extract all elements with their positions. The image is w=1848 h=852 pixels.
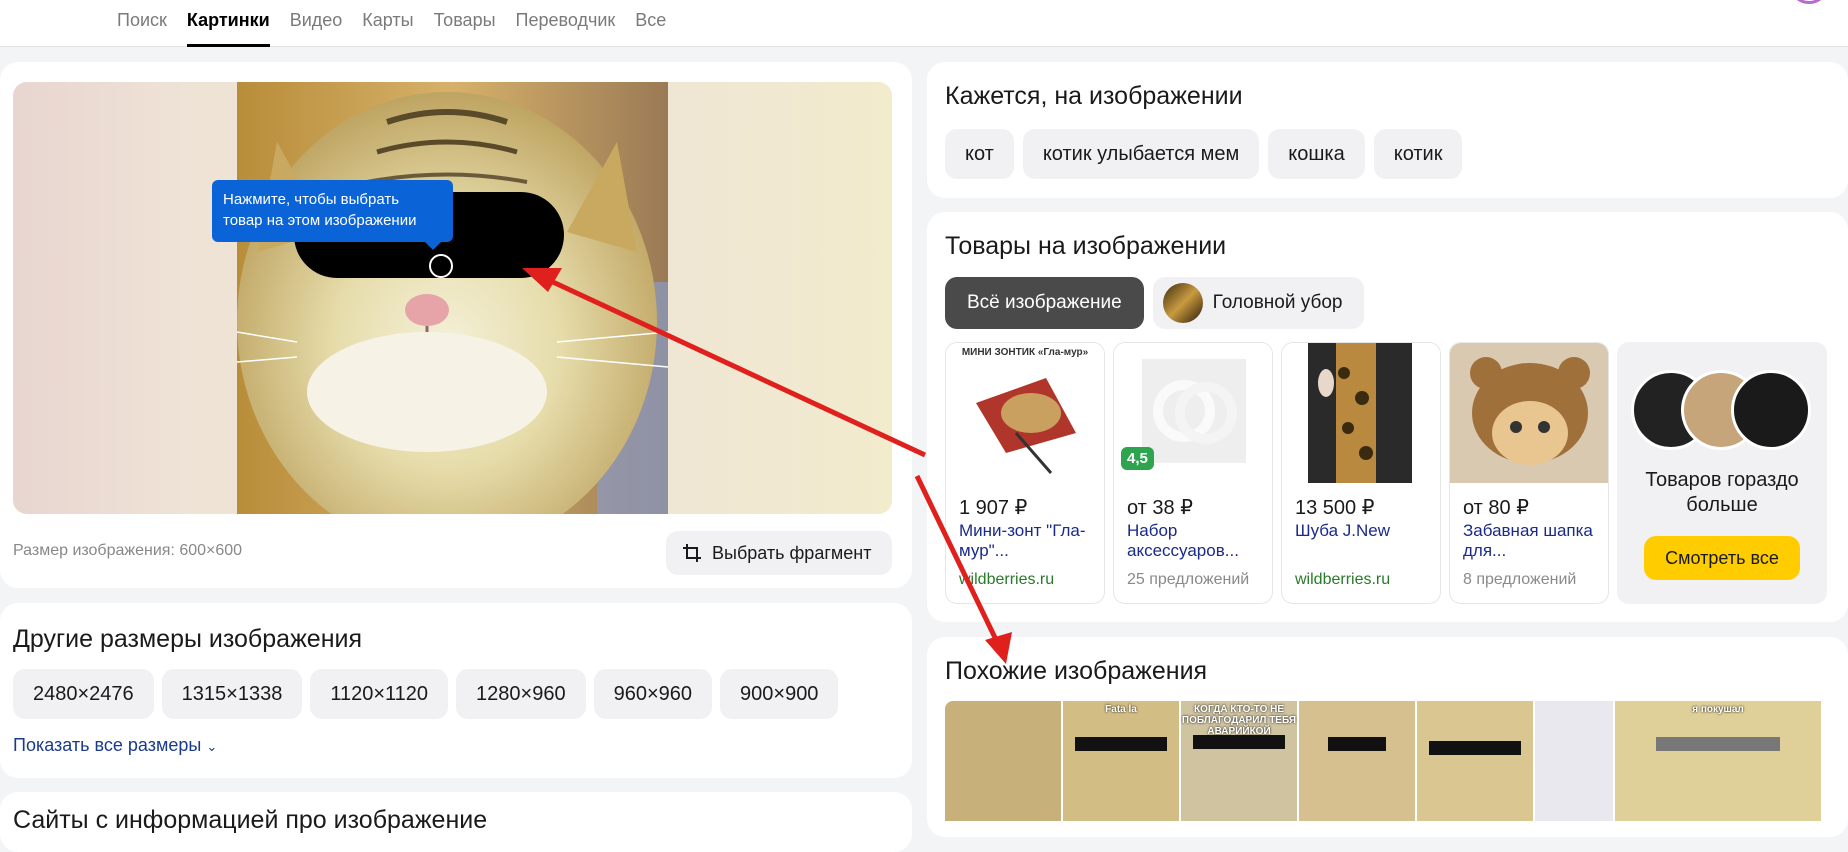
show-all-sizes-label: Показать все размеры <box>13 735 202 755</box>
show-all-sizes-link[interactable]: Показать все размеры ⌄ <box>13 735 217 756</box>
tab-images[interactable]: Картинки <box>186 8 270 47</box>
product-image-caption: МИНИ ЗОНТИК «Гла-мур» <box>961 347 1089 358</box>
avatar[interactable] <box>1790 0 1828 4</box>
product-name[interactable]: Мини-зонт "Гла-мур"... <box>959 521 1099 561</box>
tab-all[interactable]: Все <box>635 8 666 47</box>
search-tabs: Поиск Картинки Видео Карты Товары Перево… <box>117 8 666 47</box>
select-fragment-label: Выбрать фрагмент <box>712 542 872 563</box>
pixel-sunglasses <box>1428 741 1522 755</box>
tab-maps[interactable]: Карты <box>362 8 413 47</box>
tag-chip-list: кот котик улыбается мем кошка котик <box>945 129 1463 179</box>
similar-image[interactable] <box>1299 701 1415 821</box>
target-marker[interactable] <box>429 254 453 278</box>
similar-images-title: Похожие изображения <box>945 657 1208 685</box>
more-goods-text: Товаров гораздо больше <box>1645 469 1799 516</box>
product-list: МИНИ ЗОНТИК «Гла-мур» 1 907 ₽ Мини-зонт … <box>945 342 1827 604</box>
similar-image[interactable]: я покушал <box>1615 701 1821 821</box>
product-shop[interactable]: wildberries.ru <box>1295 571 1390 589</box>
similar-images-row: Fata la КОГДА КТО-ТО НЕ ПОБЛАГОДАРИЛ ТЕБ… <box>945 701 1821 821</box>
image-viewer[interactable]: Нажмите, чтобы выбрать товар на этом изо… <box>13 82 892 514</box>
product-name[interactable]: Шуба J.New <box>1295 521 1435 541</box>
product-name[interactable]: Забавная шапка для... <box>1463 521 1603 561</box>
similar-image[interactable] <box>1535 701 1613 821</box>
product-card[interactable]: от 80 ₽ Забавная шапка для... 8 предложе… <box>1449 342 1609 604</box>
more-goods-thumbnails <box>1631 370 1811 450</box>
image-viewer-card: Нажмите, чтобы выбрать товар на этом изо… <box>0 62 912 588</box>
see-all-button[interactable]: Смотреть все <box>1644 536 1800 580</box>
chevron-down-icon: ⌄ <box>206 739 218 754</box>
tab-search[interactable]: Поиск <box>117 8 167 47</box>
size-chip[interactable]: 900×900 <box>720 669 839 719</box>
similar-image[interactable]: Fata la <box>1063 701 1179 821</box>
cat-image[interactable] <box>237 82 668 514</box>
product-name[interactable]: Набор аксессуаров... <box>1127 521 1267 561</box>
select-fragment-button[interactable]: Выбрать фрагмент <box>666 531 892 575</box>
tab-translator[interactable]: Переводчик <box>516 8 616 47</box>
product-shop[interactable]: wildberries.ru <box>959 571 1054 589</box>
more-goods-card[interactable]: Товаров гораздо больше Смотреть все <box>1617 342 1827 604</box>
goods-title: Товары на изображении <box>945 232 1227 260</box>
crop-icon <box>683 544 701 562</box>
similar-image[interactable] <box>945 701 1061 821</box>
seems-card: Кажется, на изображении кот котик улыбае… <box>927 62 1848 198</box>
goods-tabs: Всё изображение Головной убор <box>945 277 1365 329</box>
product-price: от 38 ₽ <box>1127 497 1193 519</box>
similar-image-caption: Fata la <box>1105 704 1137 715</box>
tag-chip[interactable]: котик улыбается мем <box>1022 129 1260 179</box>
product-image <box>1450 343 1608 483</box>
product-offers[interactable]: 8 предложений <box>1463 571 1576 589</box>
product-card[interactable]: 13 500 ₽ Шуба J.New wildberries.ru <box>1281 342 1441 604</box>
product-offers[interactable]: 25 предложений <box>1127 571 1249 589</box>
tag-chip[interactable]: котик <box>1373 129 1463 179</box>
size-chip[interactable]: 2480×2476 <box>13 669 154 719</box>
tag-chip[interactable]: кот <box>945 129 1014 179</box>
top-navigation: Поиск Картинки Видео Карты Товары Перево… <box>0 0 1848 47</box>
similar-image[interactable] <box>1417 701 1533 821</box>
size-chip[interactable]: 960×960 <box>593 669 713 719</box>
similar-image[interactable]: КОГДА КТО-ТО НЕ ПОБЛАГОДАРИЛ ТЕБЯ АВАРИЙ… <box>1181 701 1297 821</box>
product-image: МИНИ ЗОНТИК «Гла-мур» <box>946 343 1104 483</box>
tab-whole-image[interactable]: Всё изображение <box>945 277 1144 329</box>
other-sizes-card: Другие размеры изображения 2480×2476 131… <box>0 603 912 778</box>
similar-image-caption: я покушал <box>1692 704 1744 715</box>
tab-headwear-label: Головной убор <box>1212 292 1343 313</box>
image-size-label: Размер изображения: 600×600 <box>13 542 243 559</box>
pixel-sunglasses <box>1192 735 1286 749</box>
tab-whole-image-label: Всё изображение <box>967 292 1122 313</box>
product-price: от 80 ₽ <box>1463 497 1529 519</box>
product-image <box>1282 343 1440 483</box>
size-chip[interactable]: 1315×1338 <box>161 669 303 719</box>
product-card[interactable]: МИНИ ЗОНТИК «Гла-мур» 1 907 ₽ Мини-зонт … <box>945 342 1105 604</box>
cat-hat-image <box>1470 357 1590 465</box>
size-chip[interactable]: 1280×960 <box>456 669 586 719</box>
other-sizes-title: Другие размеры изображения <box>13 625 362 653</box>
pixel-sunglasses <box>1074 737 1168 751</box>
pixel-sunglasses <box>1656 737 1780 751</box>
product-image: 4,5 <box>1114 343 1272 483</box>
thumbnail <box>1731 370 1811 450</box>
product-price: 1 907 ₽ <box>959 497 1028 519</box>
tab-goods[interactable]: Товары <box>434 8 496 47</box>
headwear-thumbnail <box>1162 283 1203 323</box>
tab-video[interactable]: Видео <box>290 8 343 47</box>
size-chip-list: 2480×2476 1315×1338 1120×1120 1280×960 9… <box>13 669 839 719</box>
sunglasses <box>1328 737 1386 751</box>
goods-card: Товары на изображении Всё изображение Го… <box>927 212 1848 622</box>
tag-chip[interactable]: кошка <box>1268 129 1365 179</box>
sites-card: Сайты с информацией про изображение <box>0 792 912 852</box>
product-price: 13 500 ₽ <box>1295 497 1375 519</box>
product-select-tooltip: Нажмите, чтобы выбрать товар на этом изо… <box>212 180 453 250</box>
size-chip[interactable]: 1120×1120 <box>310 669 449 719</box>
seems-title: Кажется, на изображении <box>945 82 1243 110</box>
umbrella-image <box>976 378 1076 474</box>
tab-headwear[interactable]: Головной убор <box>1152 277 1365 329</box>
similar-images-card: Похожие изображения Fata la КОГДА КТО-ТО… <box>927 637 1848 837</box>
similar-image-caption: КОГДА КТО-ТО НЕ ПОБЛАГОДАРИЛ ТЕБЯ АВАРИЙ… <box>1181 704 1297 737</box>
rating-badge: 4,5 <box>1121 447 1154 470</box>
product-card[interactable]: 4,5 от 38 ₽ Набор аксессуаров... 25 пред… <box>1113 342 1273 604</box>
fur-coat-image <box>1308 343 1412 483</box>
